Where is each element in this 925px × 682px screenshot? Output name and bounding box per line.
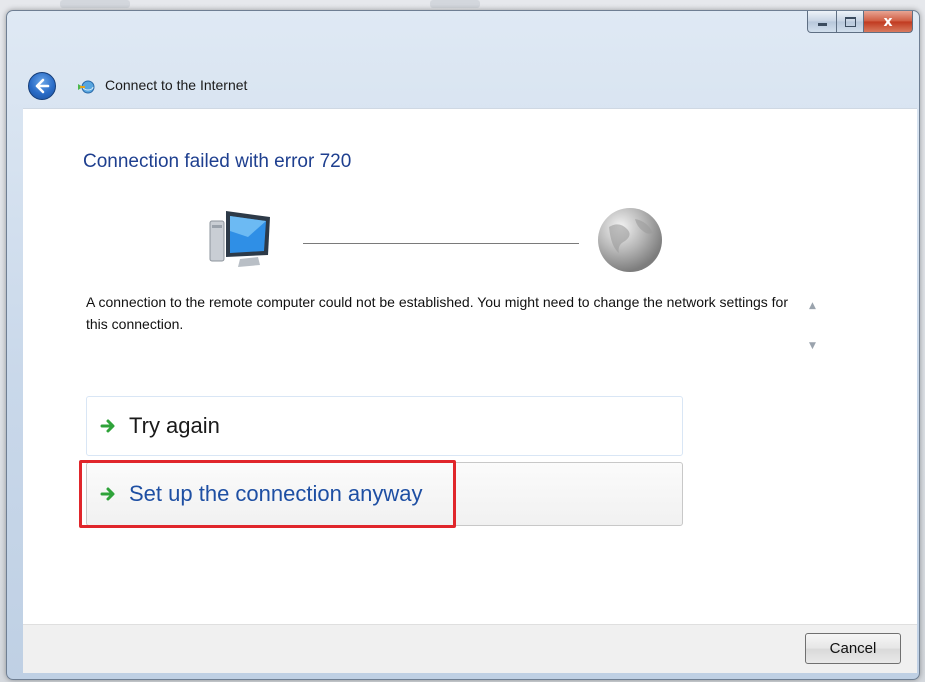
green-arrow-icon bbox=[100, 419, 115, 433]
maximize-icon bbox=[844, 16, 856, 27]
scroll-up-icon[interactable]: ▲ bbox=[804, 297, 821, 314]
caption-buttons: x bbox=[807, 11, 913, 35]
computer-icon bbox=[209, 211, 270, 267]
window-title: Connect to the Internet bbox=[105, 77, 248, 93]
connection-line bbox=[303, 243, 579, 244]
back-button[interactable] bbox=[28, 72, 56, 100]
cancel-button[interactable]: Cancel bbox=[805, 633, 901, 664]
scroll-down-icon[interactable]: ▼ bbox=[804, 337, 821, 354]
footer-bar: Cancel bbox=[23, 624, 917, 673]
highlight-annotation bbox=[79, 460, 456, 528]
minimize-button[interactable] bbox=[807, 11, 837, 33]
error-message: A connection to the remote computer coul… bbox=[86, 294, 789, 332]
wizard-window: x Connect to the Internet Connection fai… bbox=[6, 10, 920, 680]
message-area: A connection to the remote computer coul… bbox=[86, 291, 826, 361]
close-icon: x bbox=[883, 13, 893, 30]
minimize-icon bbox=[817, 23, 827, 26]
back-arrow-icon bbox=[35, 78, 50, 94]
try-again-link[interactable]: Try again bbox=[86, 396, 683, 456]
maximize-button[interactable] bbox=[837, 11, 864, 33]
title-bar: x Connect to the Internet bbox=[7, 11, 919, 111]
connection-diagram bbox=[23, 109, 917, 289]
try-again-label: Try again bbox=[129, 413, 220, 438]
wizard-content: Connection failed with error 720 A conne… bbox=[23, 108, 917, 625]
network-wizard-icon bbox=[78, 80, 95, 94]
globe-icon bbox=[598, 208, 662, 272]
message-scrollbar[interactable]: ▲ ▼ bbox=[804, 291, 821, 357]
close-button[interactable]: x bbox=[864, 11, 913, 33]
